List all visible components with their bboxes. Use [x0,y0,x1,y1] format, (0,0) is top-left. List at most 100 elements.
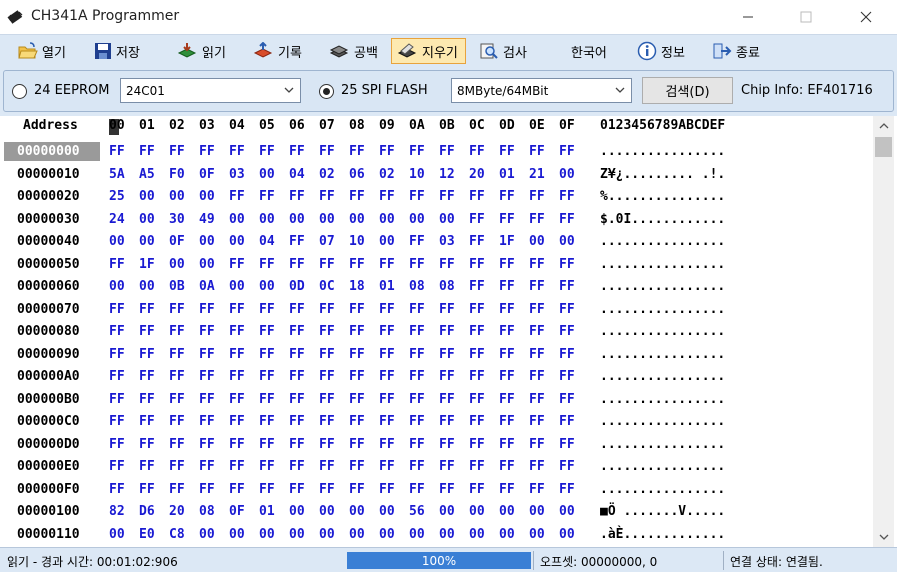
hex-row[interactable]: 000000D0 FF FF FF FF FF FF FF FF FF FF FF FF FF FF FF FF… [0,434,870,457]
hex-byte[interactable]: FF [559,414,583,429]
hex-byte[interactable]: FF [349,459,373,474]
hex-byte[interactable]: 04 [289,167,313,182]
hex-byte[interactable]: FF [409,302,433,317]
hex-byte[interactable]: FF [289,369,313,384]
hex-byte[interactable]: 25 [109,189,133,204]
ascii-text[interactable]: ................ [600,392,725,407]
scroll-thumb[interactable] [875,137,892,157]
ascii-text[interactable]: ................ [600,234,725,249]
hex-byte[interactable]: 03 [439,234,463,249]
hex-byte[interactable]: 00 [139,189,163,204]
hex-byte[interactable]: FF [229,324,253,339]
hex-byte[interactable]: FF [409,482,433,497]
hex-byte[interactable]: 00 [109,279,133,294]
hex-byte[interactable]: 00 [499,527,523,542]
hex-byte[interactable]: FF [139,414,163,429]
hex-row[interactable]: 00000030 24 00 30 49 00 00 00 00 00 00 00 00 FF FF FF FF… [0,209,870,232]
hex-byte[interactable]: FF [319,369,343,384]
hex-byte[interactable]: FF [319,324,343,339]
hex-byte[interactable]: 02 [319,167,343,182]
hex-byte[interactable]: FF [199,392,223,407]
hex-byte[interactable]: 00 [379,527,403,542]
hex-byte[interactable]: FF [229,302,253,317]
hex-byte[interactable]: FF [499,212,523,227]
hex-byte[interactable]: FF [469,414,493,429]
hex-byte[interactable]: FF [289,234,313,249]
hex-byte[interactable]: FF [349,369,373,384]
hex-byte[interactable]: FF [409,324,433,339]
hex-byte[interactable]: FF [379,459,403,474]
hex-byte[interactable]: FF [409,144,433,159]
hex-byte[interactable]: 00 [529,527,553,542]
hex-byte[interactable]: FF [559,347,583,362]
hex-byte[interactable]: 30 [169,212,193,227]
ascii-text[interactable]: ................ [600,369,725,384]
hex-byte[interactable]: 00 [139,212,163,227]
hex-byte[interactable]: 00 [259,167,283,182]
hex-byte[interactable]: FF [139,144,163,159]
hex-byte[interactable]: FF [139,369,163,384]
hex-byte[interactable]: FF [529,369,553,384]
hex-byte[interactable]: FF [499,302,523,317]
hex-byte[interactable]: FF [559,212,583,227]
hex-byte[interactable]: 00 [259,279,283,294]
hex-byte[interactable]: FF [559,302,583,317]
hex-byte[interactable]: FF [439,437,463,452]
hex-byte[interactable]: FF [169,144,193,159]
exit-button[interactable]: 종료 [708,38,764,64]
hex-byte[interactable]: FF [109,324,133,339]
hex-row[interactable]: 00000080 FF FF FF FF FF FF FF FF FF FF FF FF FF FF FF FF… [0,321,870,344]
hex-byte[interactable]: FF [229,369,253,384]
hex-byte[interactable]: 1F [139,257,163,272]
hex-byte[interactable]: 20 [169,504,193,519]
vertical-scrollbar[interactable] [873,116,894,547]
hex-byte[interactable]: 12 [439,167,463,182]
hex-byte[interactable]: FF [319,392,343,407]
eeprom-radio[interactable] [12,84,27,99]
hex-byte[interactable]: FF [529,144,553,159]
hex-byte[interactable]: FF [409,369,433,384]
hex-byte[interactable]: FF [469,144,493,159]
ascii-text[interactable]: ................ [600,482,725,497]
hex-byte[interactable]: FF [229,414,253,429]
hex-byte[interactable]: F0 [169,167,193,182]
hex-byte[interactable]: FF [499,347,523,362]
hex-byte[interactable]: FF [109,437,133,452]
hex-byte[interactable]: FF [499,189,523,204]
hex-byte[interactable]: 00 [199,257,223,272]
hex-byte[interactable]: FF [529,302,553,317]
hex-byte[interactable]: FF [439,392,463,407]
ascii-text[interactable]: ................ [600,302,725,317]
hex-byte[interactable]: E0 [139,527,163,542]
hex-byte[interactable]: 24 [109,212,133,227]
hex-byte[interactable]: FF [109,392,133,407]
hex-byte[interactable]: FF [199,302,223,317]
hex-byte[interactable]: FF [199,414,223,429]
hex-byte[interactable]: 1F [499,234,523,249]
hex-byte[interactable]: FF [109,414,133,429]
hex-byte[interactable]: 10 [409,167,433,182]
close-button[interactable] [843,0,889,34]
hex-byte[interactable]: 00 [559,504,583,519]
hex-row[interactable]: 00000020 25 00 00 00 FF FF FF FF FF FF FF FF FF FF FF FF… [0,186,870,209]
ascii-text[interactable]: $.0I............ [600,212,725,227]
hex-byte[interactable]: FF [319,302,343,317]
hex-byte[interactable]: FF [379,414,403,429]
info-button[interactable]: 정보 [633,38,689,64]
hex-byte[interactable]: FF [259,144,283,159]
hex-row[interactable]: 000000A0 FF FF FF FF FF FF FF FF FF FF FF FF FF FF FF FF… [0,366,870,389]
hex-byte[interactable]: FF [439,189,463,204]
hex-byte[interactable]: FF [289,144,313,159]
hex-byte[interactable]: FF [139,392,163,407]
hex-byte[interactable]: FF [469,279,493,294]
hex-byte[interactable]: D6 [139,504,163,519]
hex-byte[interactable]: 0A [199,279,223,294]
ascii-text[interactable]: ................ [600,437,725,452]
hex-byte[interactable]: FF [559,392,583,407]
hex-byte[interactable]: 20 [469,167,493,182]
detect-button[interactable]: 검색(D) [642,77,733,104]
hex-byte[interactable]: FF [289,392,313,407]
hex-byte[interactable]: FF [409,234,433,249]
hex-byte[interactable]: FF [439,482,463,497]
hex-row[interactable]: 00000100 82 D6 20 08 0F 01 00 00 00 00 56 00 00 00 00 00… [0,501,870,524]
